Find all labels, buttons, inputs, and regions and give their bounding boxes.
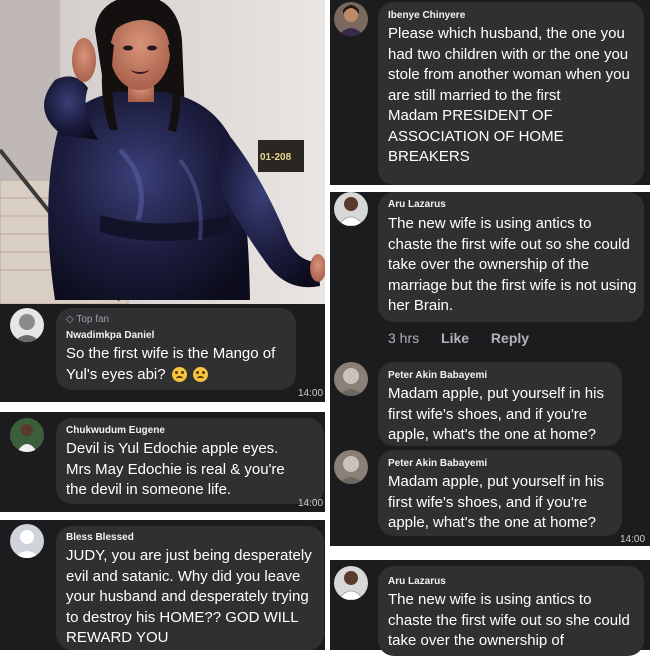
avatar-icon[interactable] <box>10 418 44 452</box>
comment-bubble[interactable]: Peter Akin Babayemi Madam apple, put you… <box>378 362 622 446</box>
comment-bubble[interactable]: Aru Lazarus The new wife is using antics… <box>378 566 644 656</box>
avatar-icon[interactable] <box>10 308 44 342</box>
commenter-name[interactable]: Nwadimkpa Daniel <box>66 330 154 341</box>
avatar-icon[interactable] <box>10 524 44 558</box>
comment-bubble[interactable]: Aru Lazarus The new wife is using antics… <box>378 192 644 322</box>
commenter-name[interactable]: Chukwudum Eugene <box>66 425 165 436</box>
commenter-name[interactable]: Aru Lazarus <box>388 199 446 210</box>
message-timestamp: 14:00 <box>620 534 646 545</box>
top-fan-badge: ◇ Top fan <box>66 314 109 325</box>
comment-bubble[interactable]: ◇ Top fan Nwadimkpa Daniel So the first … <box>56 308 296 390</box>
comment-bubble[interactable]: Bless Blessed JUDY, you are just being d… <box>56 526 324 650</box>
message-timestamp: 14:00 <box>298 498 324 509</box>
comment-text: Madam apple, put yourself in his first w… <box>388 385 604 443</box>
reply-button[interactable]: Reply <box>491 330 529 346</box>
commenter-name[interactable]: Peter Akin Babayemi <box>388 370 487 381</box>
comment-text: Please which husband, the one you had tw… <box>388 25 630 165</box>
comment-text: JUDY, you are just being desperately evi… <box>66 547 312 646</box>
avatar-man-icon[interactable] <box>334 192 368 226</box>
diamond-icon: ◇ <box>66 314 74 325</box>
comment-bubble[interactable]: Chukwudum Eugene Devil is Yul Edochie ap… <box>56 418 324 504</box>
comment-bubble[interactable]: Ibenye Chinyere Please which husband, th… <box>378 2 644 185</box>
confused-face-emoji-icon <box>192 367 208 383</box>
badge-label: Top fan <box>76 314 110 325</box>
door-sign-text: 01-208 <box>260 152 292 163</box>
comment-text: So the first wife is the Mango of Yul's … <box>66 344 294 385</box>
message-timestamp: 14:00 <box>298 388 324 399</box>
comment-text: The new wife is using antics to chaste t… <box>388 215 637 314</box>
commenter-name[interactable]: Peter Akin Babayemi <box>388 458 487 469</box>
like-button[interactable]: Like <box>441 330 469 346</box>
avatar-icon[interactable] <box>334 450 368 484</box>
confused-face-emoji-icon <box>171 367 187 383</box>
comment-actions: 3 hrs Like Reply <box>388 330 547 346</box>
avatar-woman-icon[interactable] <box>334 2 368 36</box>
avatar-icon[interactable] <box>334 362 368 396</box>
commenter-name[interactable]: Bless Blessed <box>66 532 134 543</box>
commenter-name[interactable]: Ibenye Chinyere <box>388 10 465 21</box>
comment-text-content: So the first wife is the Mango of Yul's … <box>66 345 276 383</box>
comment-text: Madam apple, put yourself in his first w… <box>388 473 604 531</box>
commenter-name[interactable]: Aru Lazarus <box>388 576 446 587</box>
profile-photo: 01-208 <box>0 0 325 304</box>
comment-bubble[interactable]: Peter Akin Babayemi Madam apple, put you… <box>378 450 622 536</box>
comment-text: Devil is Yul Edochie apple eyes. Mrs May… <box>66 440 285 498</box>
avatar-man-icon[interactable] <box>334 566 368 600</box>
comment-text: The new wife is using antics to chaste t… <box>388 591 630 649</box>
comment-timestamp: 3 hrs <box>388 330 420 346</box>
